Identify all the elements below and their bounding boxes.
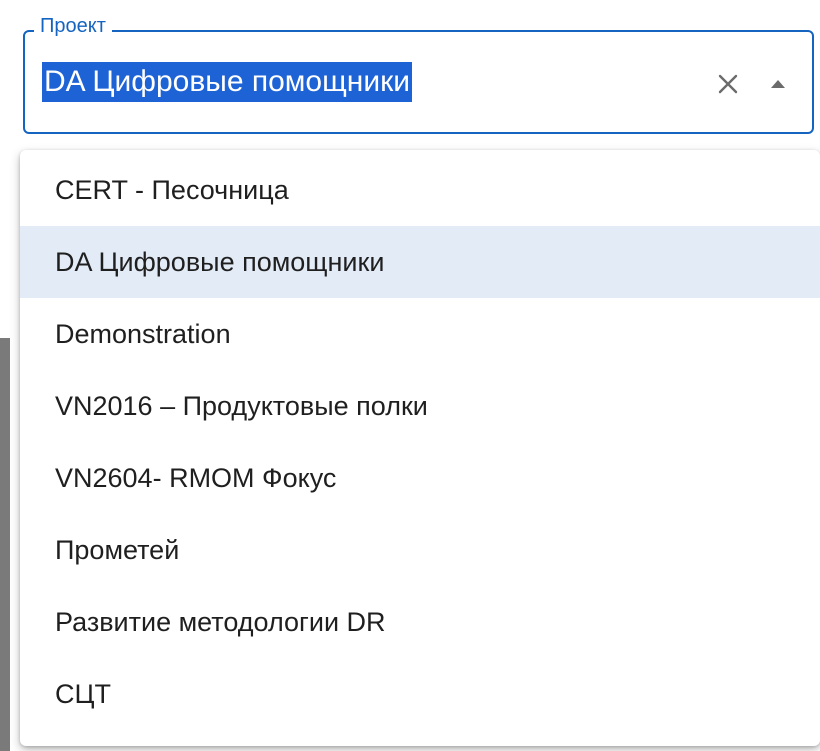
option-label: DA Цифровые помощники xyxy=(55,246,385,277)
option-label: Прометей xyxy=(55,534,180,565)
arrow-up-icon xyxy=(771,80,785,88)
option-label: VN2604- RMOM Фокус xyxy=(55,462,337,493)
option-label: Demonstration xyxy=(55,318,231,349)
option-label: CERT - Песочница xyxy=(55,174,289,205)
close-icon xyxy=(718,74,738,94)
project-input-value[interactable]: DA Цифровые помощники xyxy=(42,62,413,102)
page-background xyxy=(0,338,10,751)
option-label: Развитие методологии DR xyxy=(55,606,386,637)
option-item[interactable]: Развитие методологии DR xyxy=(20,586,820,658)
option-item[interactable]: VN2016 – Продуктовые полки xyxy=(20,370,820,442)
option-item[interactable]: Demonstration xyxy=(20,298,820,370)
project-input[interactable]: DA Цифровые помощники xyxy=(42,60,413,104)
option-label: СЦТ xyxy=(55,678,111,709)
clear-button[interactable] xyxy=(708,64,748,104)
project-field-label: Проект xyxy=(34,14,112,38)
dropdown-toggle-button[interactable] xyxy=(758,64,798,104)
project-select-screen: Проект DA Цифровые помощники CERT - Песо… xyxy=(0,0,820,751)
option-label: VN2016 – Продуктовые полки xyxy=(55,390,428,421)
option-item[interactable]: Прометей xyxy=(20,514,820,586)
option-item[interactable]: DA Цифровые помощники xyxy=(20,226,820,298)
project-options-list: CERT - Песочница DA Цифровые помощники Dem… xyxy=(20,150,820,746)
option-item[interactable]: CERT - Песочница xyxy=(20,154,820,226)
option-item[interactable]: СЦТ xyxy=(20,658,820,730)
option-item[interactable]: VN2604- RMOM Фокус xyxy=(20,442,820,514)
